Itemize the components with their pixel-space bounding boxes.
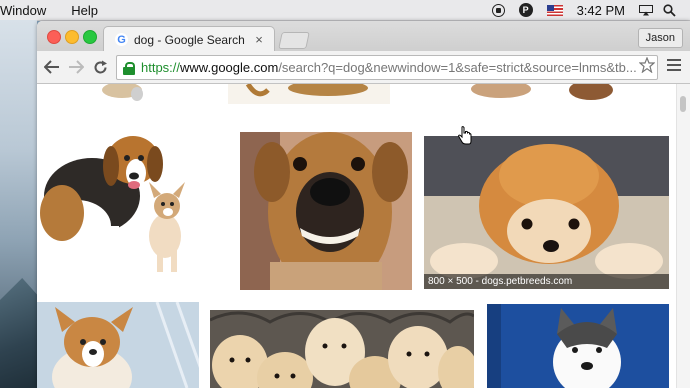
p-badge-icon[interactable]: P	[518, 3, 533, 17]
menu-window[interactable]: Window	[0, 3, 55, 18]
image-result-top-3[interactable]	[401, 84, 669, 104]
us-flag-icon[interactable]	[546, 4, 563, 16]
image-result-golden-puppies[interactable]	[210, 310, 474, 388]
image-results-page: 800 × 500 - dogs.petbreeds.com	[37, 84, 690, 388]
window-zoom-button[interactable]	[83, 30, 97, 44]
image-result-corgi-puppy[interactable]	[37, 302, 199, 388]
tab-title: dog - Google Search	[134, 32, 245, 47]
tab-strip: G dog - Google Search × Jason	[37, 21, 690, 52]
reload-icon[interactable]	[91, 58, 109, 76]
status-area: P 3:42 PM	[491, 0, 690, 20]
image-hover-caption[interactable]: 800 × 500 - dogs.petbreeds.com	[424, 274, 669, 289]
url-host: www.google.com	[180, 60, 279, 75]
image-result-fluffy-pomeranian[interactable]: 800 × 500 - dogs.petbreeds.com	[424, 136, 669, 289]
image-result-top-1[interactable]	[37, 84, 217, 104]
google-favicon-icon: G	[115, 33, 128, 46]
p-badge-letter: P	[518, 3, 533, 17]
browser-toolbar: https://www.google.com/search?q=dog&neww…	[37, 51, 690, 84]
secure-lock-icon[interactable]	[123, 61, 135, 75]
bookmark-star-icon[interactable]	[638, 24, 656, 74]
menu-help[interactable]: Help	[55, 3, 107, 18]
address-bar[interactable]: https://www.google.com/search?q=dog&neww…	[116, 55, 658, 80]
new-tab-button[interactable]	[278, 32, 310, 49]
chrome-menu-icon[interactable]	[667, 59, 681, 74]
url-path: /search?q=dog&newwindow=1&safe=strict&so…	[278, 60, 637, 75]
window-minimize-button[interactable]	[65, 30, 79, 44]
airplay-icon[interactable]	[639, 4, 653, 16]
mac-menu-bar: Window Help P 3:42 PM	[0, 0, 690, 21]
tab-close-icon[interactable]: ×	[252, 32, 266, 47]
image-result-top-2[interactable]	[228, 84, 390, 104]
forward-arrow-icon[interactable]	[67, 58, 85, 76]
spotlight-search-icon[interactable]	[663, 3, 676, 17]
page-scrollbar[interactable]	[676, 84, 690, 388]
window-close-button[interactable]	[47, 30, 61, 44]
image-result-beagle-chihuahua[interactable]	[37, 118, 230, 276]
desktop-background	[0, 20, 37, 388]
browser-window: G dog - Google Search × Jason https://ww…	[37, 21, 690, 388]
tab-google-search[interactable]: G dog - Google Search ×	[103, 26, 275, 52]
menu-clock[interactable]: 3:42 PM	[577, 3, 625, 18]
hand-cursor-icon	[457, 126, 472, 145]
back-arrow-icon[interactable]	[43, 58, 61, 76]
image-result-husky-puppy[interactable]	[487, 304, 669, 388]
record-icon[interactable]	[491, 3, 505, 17]
url-scheme: https://	[141, 60, 181, 75]
image-result-smiling-dog[interactable]	[240, 132, 412, 290]
scrollbar-thumb[interactable]	[680, 96, 686, 112]
